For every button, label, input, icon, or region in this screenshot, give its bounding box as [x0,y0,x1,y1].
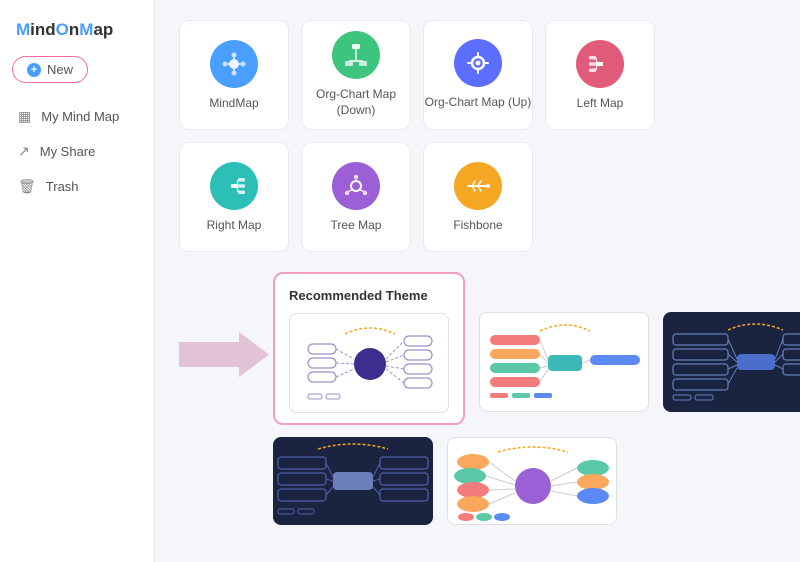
arrow-container [179,327,269,382]
orgup-label: Org-Chart Map (Up) [425,95,532,111]
theme-card-dark2[interactable] [273,437,433,525]
map-card-orgup[interactable]: Org-Chart Map (Up) [423,20,533,130]
plus-icon: + [27,63,41,77]
theme-card-white[interactable] [289,313,449,413]
recommended-title: Recommended Theme [289,288,449,303]
fishbone-label: Fishbone [453,218,502,232]
rightmap-icon [210,162,258,210]
themes-row-2 [273,437,776,525]
recommended-theme-box: Recommended Theme [273,272,465,425]
main-content: MindMap Org-Chart Map (Down) [155,0,800,562]
map-card-mindmap[interactable]: MindMap [179,20,289,130]
theme-card-dark[interactable] [663,312,800,412]
sidebar-item-mymindmap[interactable]: ▦ My Mind Map [0,99,154,134]
orgdown-label: Org-Chart Map (Down) [302,87,410,118]
theme-card-colorful2[interactable] [447,437,617,525]
sidebar-item-label-mymindmap: My Mind Map [41,109,119,124]
sidebar-item-myshare[interactable]: ↗ My Share [0,134,154,169]
share-icon: ↗ [18,143,30,160]
sidebar-item-label-trash: Trash [46,179,79,194]
sidebar: MindOnMap + New ▦ My Mind Map ↗ My Share… [0,0,155,562]
map-card-leftmap[interactable]: Left Map [545,20,655,130]
leftmap-icon [576,40,624,88]
orgdown-icon [332,31,380,79]
fishbone-icon [454,162,502,210]
leftmap-label: Left Map [577,96,624,110]
new-button[interactable]: + New [12,56,88,83]
logo: MindOnMap [0,12,154,56]
map-card-rightmap[interactable]: Right Map [179,142,289,252]
sidebar-item-trash[interactable]: 🗑 Trash [0,169,154,204]
trash-icon: 🗑 [18,178,36,195]
map-card-fishbone[interactable]: Fishbone [423,142,533,252]
sidebar-item-label-myshare: My Share [40,144,96,159]
logo-text: MindOnMap [16,20,113,39]
rightmap-label: Right Map [207,218,262,232]
mindmap-icon: ▦ [18,108,31,125]
map-card-orgdown[interactable]: Org-Chart Map (Down) [301,20,411,130]
theme-card-colorful[interactable] [479,312,649,412]
mindmap-label: MindMap [209,96,258,110]
map-card-treemap[interactable]: Tree Map [301,142,411,252]
map-type-grid: MindMap Org-Chart Map (Down) [179,20,776,252]
treemap-label: Tree Map [331,218,382,232]
orgup-icon [454,39,502,87]
pink-arrow-icon [179,327,269,382]
recommended-section: Recommended Theme [179,272,776,425]
mindmap-icon [210,40,258,88]
new-label: New [47,62,73,77]
treemap-icon [332,162,380,210]
